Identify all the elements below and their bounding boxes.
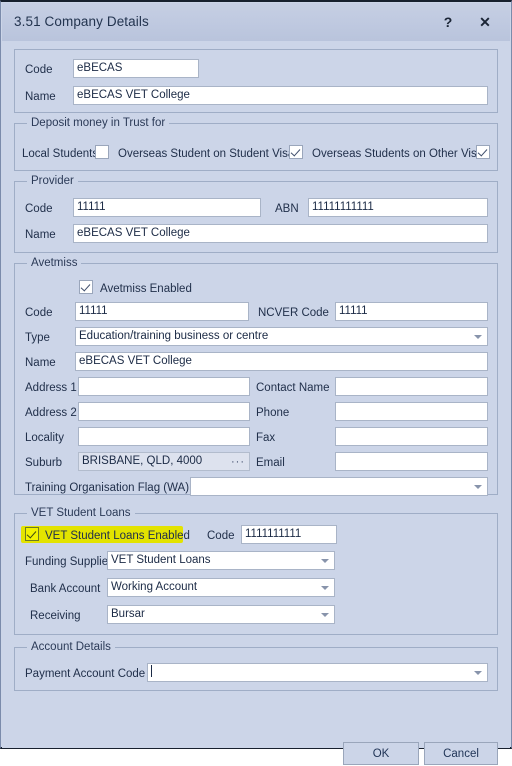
- avetmiss-type-value: Education/training business or centre: [79, 330, 269, 342]
- help-icon[interactable]: ?: [436, 11, 460, 33]
- chevron-down-icon: [474, 334, 482, 339]
- avetmiss-code-input[interactable]: 11111: [75, 302, 249, 321]
- vet-student-loans-group-title: VET Student Loans: [27, 507, 135, 519]
- overseas-student-visa-label: Overseas Student on Student Visa: [118, 148, 295, 160]
- provider-code-label: Code: [25, 203, 53, 215]
- company-name-input[interactable]: eBECAS VET College: [73, 86, 488, 105]
- chevron-down-icon: [474, 670, 482, 675]
- avetmiss-group: Avetmiss Avetmiss Enabled Code 11111 NCV…: [14, 257, 498, 496]
- avetmiss-address2-input[interactable]: [78, 402, 250, 421]
- vsl-bank-account-select[interactable]: Working Account: [107, 578, 335, 597]
- vsl-receiving-label: Receiving: [30, 610, 81, 622]
- overseas-student-visa-checkbox[interactable]: [289, 145, 303, 159]
- avetmiss-address1-label: Address 1: [25, 382, 77, 394]
- suburb-browse-icon[interactable]: ···: [231, 455, 245, 469]
- vsl-funding-supplier-select[interactable]: VET Student Loans: [107, 551, 335, 570]
- provider-code-input[interactable]: 11111: [73, 198, 261, 217]
- avetmiss-suburb-value: BRISBANE, QLD, 4000: [82, 455, 203, 467]
- avetmiss-locality-input[interactable]: [78, 427, 250, 446]
- deposit-trust-group: Deposit money in Trust for Local Student…: [14, 117, 498, 171]
- company-name-label: Name: [25, 91, 56, 103]
- chevron-down-icon: [321, 558, 329, 563]
- chevron-down-icon: [474, 484, 482, 489]
- avetmiss-enabled-checkbox[interactable]: [79, 280, 93, 294]
- dialog-client-area: Code eBECAS Name eBECAS VET College Depo…: [2, 41, 510, 765]
- page-title: 3.51 Company Details: [14, 14, 149, 29]
- avetmiss-fax-input[interactable]: [335, 427, 488, 446]
- company-code-input[interactable]: eBECAS: [73, 59, 199, 78]
- avetmiss-email-label: Email: [256, 457, 285, 469]
- payment-account-code-label: Payment Account Code: [25, 668, 146, 680]
- avetmiss-phone-label: Phone: [256, 407, 290, 419]
- avetmiss-ncver-label: NCVER Code: [258, 307, 329, 319]
- avetmiss-ncver-input[interactable]: 11111: [335, 302, 488, 321]
- vsl-code-input[interactable]: 1111111111: [241, 525, 337, 544]
- provider-abn-label: ABN: [275, 203, 299, 215]
- overseas-other-visa-checkbox[interactable]: [476, 145, 490, 159]
- chevron-down-icon: [321, 585, 329, 590]
- deposit-trust-group-title: Deposit money in Trust for: [27, 117, 170, 129]
- avetmiss-email-input[interactable]: [335, 452, 488, 471]
- local-students-label: Local Students: [22, 148, 99, 160]
- account-details-group: Account Details Payment Account Code: [14, 641, 498, 691]
- avetmiss-fax-label: Fax: [256, 432, 276, 444]
- vsl-code-label: Code: [207, 530, 235, 542]
- payment-account-code-select[interactable]: [147, 663, 488, 682]
- vsl-bank-account-value: Working Account: [111, 581, 198, 593]
- ok-button[interactable]: OK: [343, 742, 419, 765]
- avetmiss-contact-name-input[interactable]: [335, 377, 488, 396]
- provider-name-input[interactable]: eBECAS VET College: [73, 224, 488, 243]
- vsl-enabled-label: VET Student Loans Enabled: [45, 530, 190, 542]
- avetmiss-contact-name-label: Contact Name: [256, 382, 330, 394]
- vsl-receiving-value: Bursar: [111, 608, 145, 620]
- avetmiss-address2-label: Address 2: [25, 407, 77, 419]
- avetmiss-group-title: Avetmiss: [27, 257, 82, 269]
- account-details-group-title: Account Details: [27, 641, 115, 653]
- avetmiss-locality-label: Locality: [25, 432, 64, 444]
- vsl-enabled-checkbox[interactable]: [25, 527, 39, 541]
- avetmiss-code-label: Code: [25, 307, 53, 319]
- provider-group: Provider Code 11111 ABN 11111111111 Name…: [14, 175, 498, 253]
- title-bar[interactable]: 3.51 Company Details ? ✕: [2, 3, 510, 42]
- chevron-down-icon: [321, 612, 329, 617]
- close-icon[interactable]: ✕: [473, 11, 497, 33]
- avetmiss-phone-input[interactable]: [335, 402, 488, 421]
- vsl-funding-supplier-label: Funding Supplier: [25, 556, 112, 568]
- vsl-funding-supplier-value: VET Student Loans: [111, 554, 211, 566]
- avetmiss-type-select[interactable]: Education/training business or centre: [75, 327, 488, 346]
- overseas-other-visa-label: Overseas Students on Other Visa: [312, 148, 484, 160]
- avetmiss-suburb-input[interactable]: BRISBANE, QLD, 4000 ···: [78, 452, 250, 471]
- cancel-button[interactable]: Cancel: [424, 742, 498, 765]
- provider-abn-input[interactable]: 11111111111: [308, 198, 488, 217]
- provider-group-title: Provider: [27, 175, 78, 187]
- avetmiss-address1-input[interactable]: [78, 377, 250, 396]
- vet-student-loans-group: VET Student Loans VET Student Loans Enab…: [14, 507, 498, 635]
- avetmiss-training-flag-label: Training Organisation Flag (WA): [25, 482, 190, 494]
- avetmiss-name-input[interactable]: eBECAS VET College: [75, 352, 488, 371]
- company-details-dialog: 3.51 Company Details ? ✕ Code eBECAS Nam…: [0, 0, 512, 765]
- company-code-label: Code: [25, 64, 53, 76]
- avetmiss-suburb-label: Suburb: [25, 457, 63, 469]
- company-panel: Code eBECAS Name eBECAS VET College: [14, 49, 498, 113]
- vsl-receiving-select[interactable]: Bursar: [107, 605, 335, 624]
- avetmiss-training-flag-select[interactable]: [190, 477, 488, 496]
- avetmiss-type-label: Type: [25, 332, 50, 344]
- vsl-bank-account-label: Bank Account: [30, 583, 101, 595]
- avetmiss-name-label: Name: [25, 357, 56, 369]
- local-students-checkbox[interactable]: [95, 145, 109, 159]
- provider-name-label: Name: [25, 229, 56, 241]
- text-caret: [151, 665, 152, 677]
- avetmiss-enabled-label: Avetmiss Enabled: [100, 283, 192, 295]
